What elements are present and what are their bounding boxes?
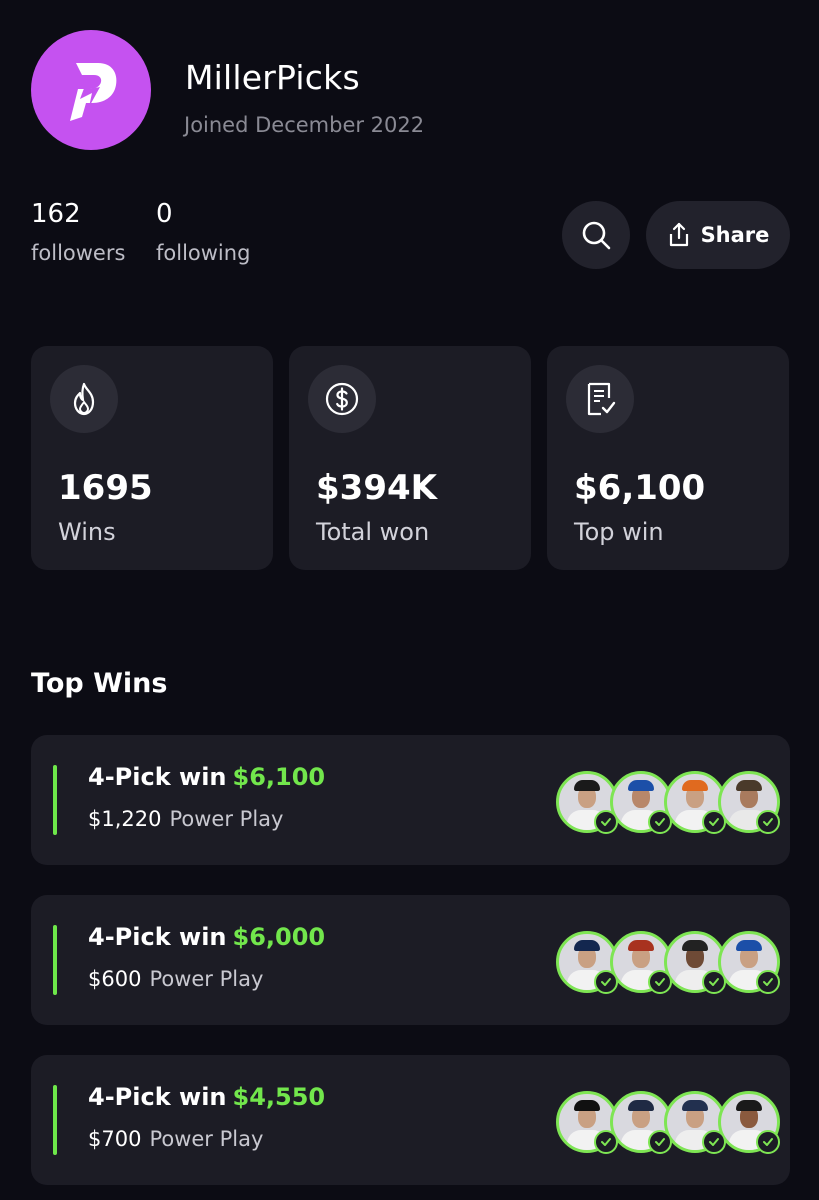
check-icon [594, 810, 618, 834]
entry-amount: $1,220 [88, 807, 162, 831]
search-icon [582, 221, 611, 250]
stat-card-top-win: $6,100 Top win [547, 346, 789, 570]
flame-icon [50, 365, 118, 433]
check-icon [756, 970, 780, 994]
wins-label: Wins [58, 518, 116, 546]
play-type: Power Play [149, 967, 264, 991]
check-icon [702, 970, 726, 994]
player-avatars [556, 771, 780, 834]
check-icon [756, 1130, 780, 1154]
win-indicator-bar [53, 1085, 57, 1155]
check-icon [702, 810, 726, 834]
share-icon [669, 222, 688, 247]
stat-card-wins: 1695 Wins [31, 346, 273, 570]
total-won-label: Total won [316, 518, 430, 546]
check-icon [594, 970, 618, 994]
entry-amount: $600 [88, 967, 142, 991]
check-icon [648, 1130, 672, 1154]
stat-card-total-won: $394K Total won [289, 346, 531, 570]
win-card[interactable]: 4-Pick win $6,000 $600 Power Play [31, 895, 790, 1025]
play-type: Power Play [169, 807, 284, 831]
total-won-value: $394K [316, 468, 437, 508]
check-icon [702, 1130, 726, 1154]
wins-value: 1695 [58, 468, 153, 508]
pick-label: 4-Pick win [88, 923, 227, 951]
top-win-label: Top win [574, 518, 664, 546]
share-label: Share [700, 223, 770, 247]
payout-amount: $6,100 [232, 763, 326, 791]
payout-amount: $4,550 [232, 1083, 326, 1111]
check-icon [756, 810, 780, 834]
payout-amount: $6,000 [232, 923, 326, 951]
pick-label: 4-Pick win [88, 1083, 227, 1111]
win-indicator-bar [53, 925, 57, 995]
share-button[interactable]: Share [646, 201, 790, 269]
top-win-value: $6,100 [574, 468, 706, 508]
win-card[interactable]: 4-Pick win $4,550 $700 Power Play [31, 1055, 790, 1185]
joined-date: Joined December 2022 [184, 113, 425, 137]
entry-amount: $700 [88, 1127, 142, 1151]
check-icon [594, 1130, 618, 1154]
pick-label: 4-Pick win [88, 763, 227, 791]
dollar-icon [308, 365, 376, 433]
search-button[interactable] [562, 201, 630, 269]
following-label[interactable]: following [156, 241, 250, 265]
top-wins-heading: Top Wins [31, 668, 168, 699]
avatar [31, 30, 151, 150]
win-card[interactable]: 4-Pick win $6,100 $1,220 Power Play [31, 735, 790, 865]
brand-logo-icon [70, 63, 117, 121]
player-avatars [556, 931, 780, 994]
following-count[interactable]: 0 [156, 199, 173, 229]
player-avatars [556, 1091, 780, 1154]
play-type: Power Play [149, 1127, 264, 1151]
win-indicator-bar [53, 765, 57, 835]
followers-count[interactable]: 162 [31, 199, 81, 229]
check-icon [648, 810, 672, 834]
receipt-check-icon [566, 365, 634, 433]
username: MillerPicks [185, 58, 360, 97]
check-icon [648, 970, 672, 994]
followers-label[interactable]: followers [31, 241, 125, 265]
